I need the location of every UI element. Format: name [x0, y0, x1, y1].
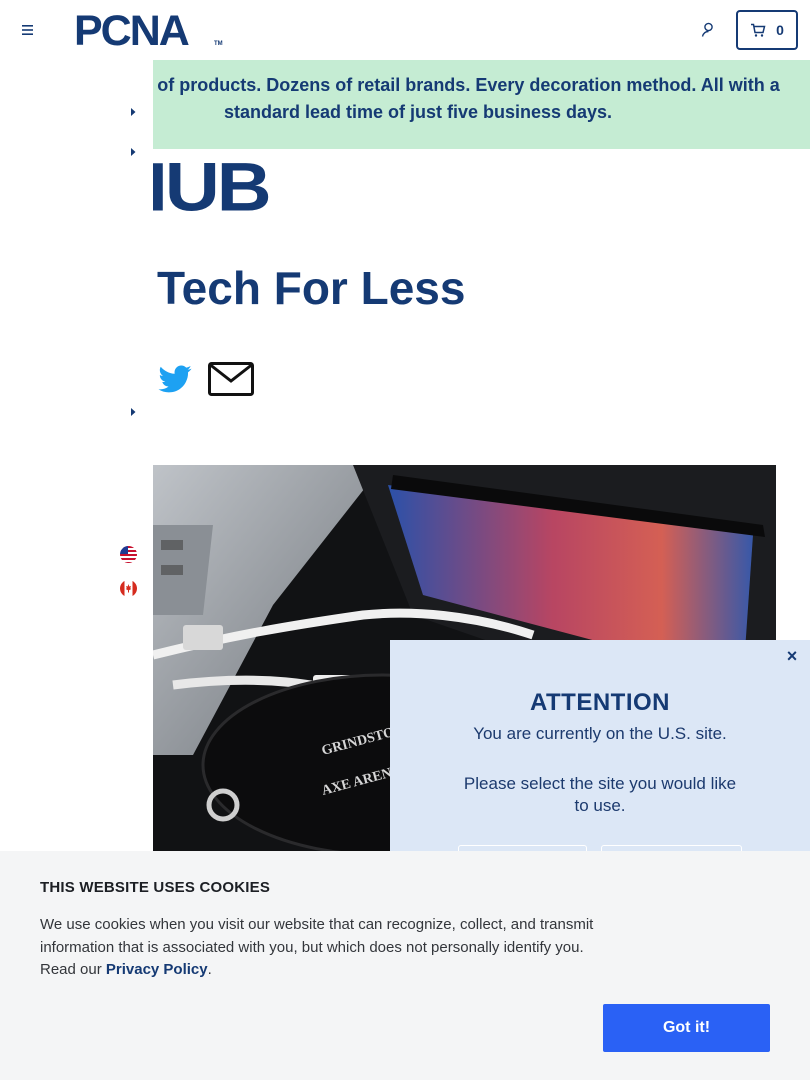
canada-site-flag-button[interactable]	[120, 580, 137, 597]
cookie-accept-button[interactable]: Got it!	[603, 1004, 770, 1052]
cart-button[interactable]: 0	[736, 10, 798, 50]
cookie-message: We use cookies when you visit our websit…	[40, 914, 600, 982]
cookie-title: THIS WEBSITE USES COOKIES	[40, 879, 271, 896]
hamburger-menu-button[interactable]	[18, 20, 38, 40]
site-select-popup: × ATTENTION You are currently on the U.S…	[390, 640, 810, 885]
popup-title: ATTENTION	[529, 689, 671, 716]
popup-select-site-text: Please select the site you would like to…	[463, 774, 737, 815]
chevron-right-icon[interactable]	[128, 146, 138, 158]
user-icon	[701, 22, 713, 37]
twitter-icon[interactable]	[157, 361, 193, 397]
page: PCNA TM 0 of products. Dozens of retail …	[0, 0, 810, 1080]
article-title: Tech For Less	[157, 262, 466, 314]
promo-banner-text: Thousands of products. Dozens of retail …	[153, 75, 780, 122]
close-icon[interactable]: ×	[784, 647, 800, 665]
pcna-logo[interactable]: PCNA TM	[74, 9, 224, 53]
cart-count: 0	[776, 22, 784, 38]
hamburger-icon	[22, 25, 33, 35]
email-icon[interactable]	[208, 362, 254, 396]
account-button[interactable]	[698, 20, 718, 40]
chevron-right-icon[interactable]	[128, 106, 138, 118]
popup-current-site-text: You are currently on the U.S. site.	[473, 724, 727, 743]
promo-banner: Thousands of products. Dozens of retail …	[153, 60, 810, 149]
site-header: PCNA TM 0	[0, 0, 810, 60]
canada-flag-icon	[120, 580, 137, 597]
logo-wordmark: PCNA	[74, 7, 190, 55]
hub-logo[interactable]: HUB	[153, 152, 272, 224]
logo-trademark: TM	[214, 41, 223, 47]
chevron-right-icon[interactable]	[128, 406, 138, 418]
cart-icon	[751, 23, 766, 37]
privacy-policy-link[interactable]: Privacy Policy	[106, 961, 208, 978]
cookie-consent-bar: THIS WEBSITE USES COOKIES We use cookies…	[0, 851, 810, 1080]
us-site-flag-button[interactable]	[120, 546, 137, 563]
cookie-period: .	[207, 961, 212, 978]
us-flag-icon	[120, 546, 137, 563]
